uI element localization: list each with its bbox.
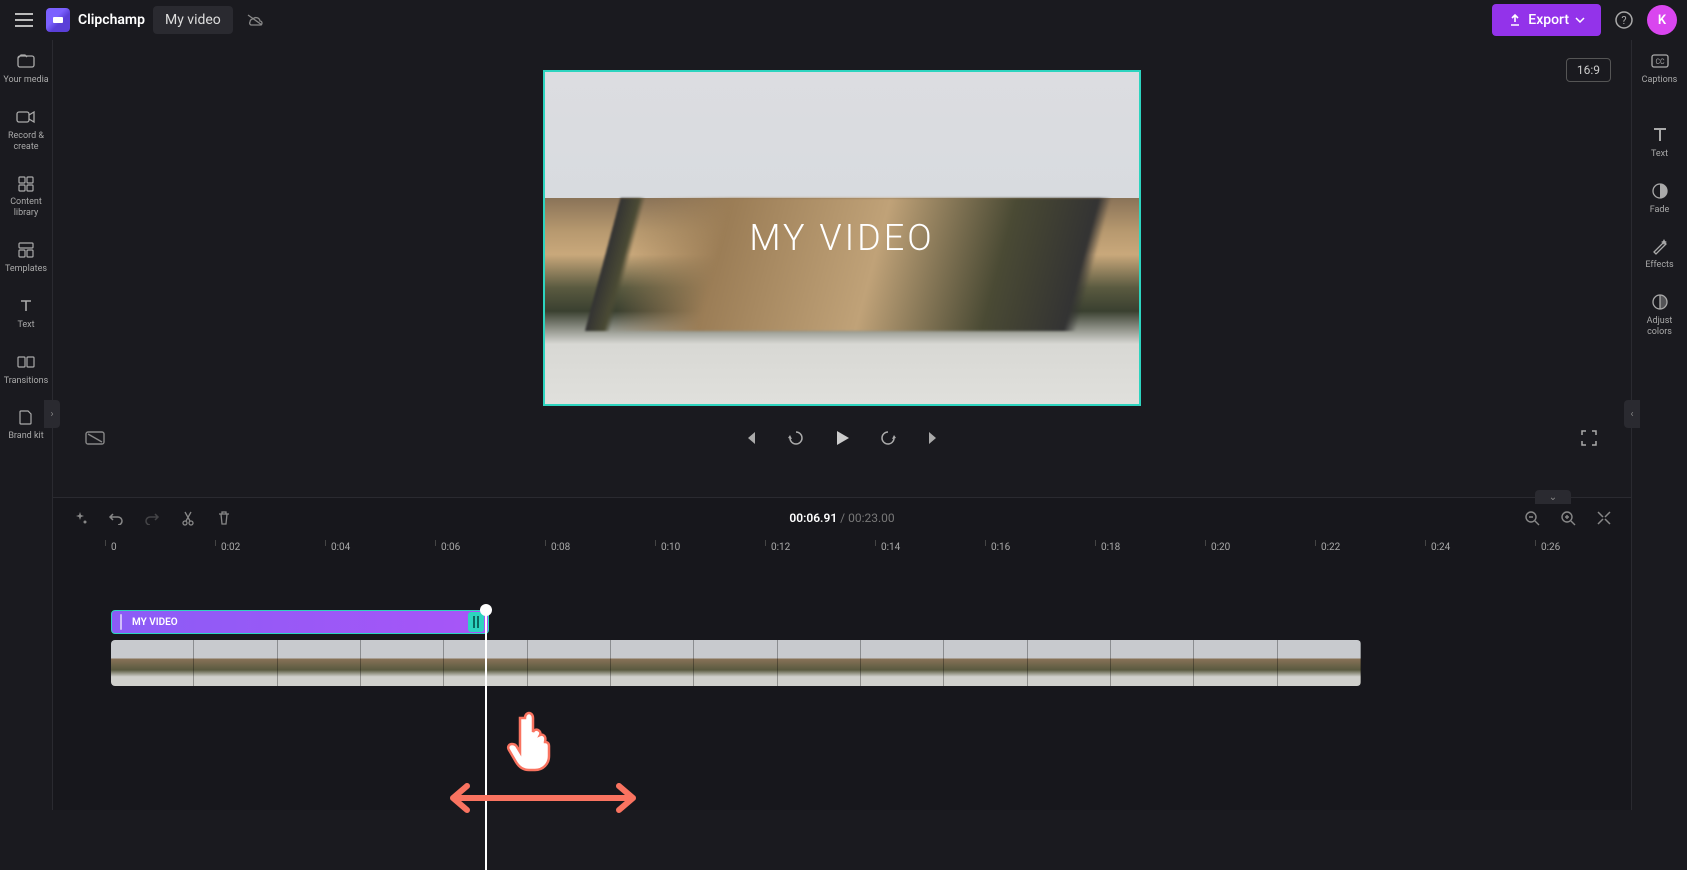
- sidebar-item-transitions[interactable]: Transitions: [0, 341, 52, 397]
- video-thumbnail: [528, 640, 611, 686]
- ruler-tick: 0:10: [661, 542, 680, 553]
- ruler-tick: 0:02: [221, 542, 240, 553]
- undo-button[interactable]: [105, 507, 127, 529]
- timeline: ⌄ 00:06.91 / 00:23.00 00:020:040:060:080…: [53, 497, 1631, 810]
- fit-timeline-button[interactable]: [1593, 507, 1615, 529]
- auto-enhance-icon[interactable]: [69, 507, 91, 529]
- sidebar-right: CC Captions Text Fade Effects Adjust col…: [1631, 40, 1687, 810]
- sidebar-item-content-library[interactable]: Content library: [0, 162, 52, 229]
- text-big-icon: [1649, 124, 1671, 146]
- skip-forward-button[interactable]: [920, 424, 948, 452]
- hamburger-menu[interactable]: [10, 6, 38, 34]
- sidebar-item-adjust-colors[interactable]: Adjust colors: [1632, 281, 1687, 348]
- project-name-input[interactable]: My video: [153, 6, 233, 34]
- sidebar-item-record-create[interactable]: Record & create: [0, 96, 52, 163]
- ruler-tick: 0:24: [1431, 542, 1450, 553]
- timeline-time-display: 00:06.91 / 00:23.00: [789, 511, 894, 525]
- fade-icon: [1649, 180, 1671, 202]
- sidebar-item-fade[interactable]: Fade: [1632, 170, 1687, 226]
- text-icon: [15, 295, 37, 317]
- effects-icon: [1649, 235, 1671, 257]
- timeline-ruler[interactable]: 0 0:02 0:04 0:06 0:08 0:10 0:12 0:14 0:16 0:18 0:2…: [53, 538, 1631, 562]
- video-thumbnail: [194, 640, 277, 686]
- split-button[interactable]: [177, 507, 199, 529]
- templates-icon: [15, 239, 37, 261]
- captions-icon: CC: [1649, 50, 1671, 72]
- svg-text:CC: CC: [1655, 58, 1665, 66]
- text-clip[interactable]: MY VIDEO: [111, 610, 489, 634]
- brand-name: Clipchamp: [78, 12, 145, 28]
- video-thumbnail: [611, 640, 694, 686]
- sidebar-item-your-media[interactable]: Your media: [0, 40, 52, 96]
- video-thumbnail: [861, 640, 944, 686]
- skip-back-button[interactable]: [736, 424, 764, 452]
- svg-text:?: ?: [1621, 14, 1626, 27]
- video-thumbnail: [1194, 640, 1277, 686]
- sidebar-item-text-right[interactable]: Text: [1632, 114, 1687, 170]
- adjust-icon: [1649, 291, 1671, 313]
- expand-right-sidebar[interactable]: ‹: [1624, 400, 1640, 428]
- ruler-tick: 0:16: [991, 542, 1010, 553]
- transitions-icon: [15, 351, 37, 373]
- aspect-ratio-selector[interactable]: 16:9: [1566, 58, 1611, 82]
- ruler-tick: 0:08: [551, 542, 570, 553]
- help-icon[interactable]: ?: [1609, 5, 1639, 35]
- preview-toggle-icon[interactable]: [81, 424, 109, 452]
- video-thumbnail: [1028, 640, 1111, 686]
- video-preview[interactable]: MY VIDEO: [543, 70, 1141, 406]
- video-thumbnail: [1111, 640, 1194, 686]
- avatar[interactable]: K: [1647, 5, 1677, 35]
- sidebar-item-captions[interactable]: CC Captions: [1632, 40, 1687, 96]
- fullscreen-button[interactable]: [1575, 424, 1603, 452]
- sidebar-left: Your media Record & create Content libra…: [0, 40, 53, 810]
- preview-text-overlay: MY VIDEO: [749, 217, 934, 259]
- camera-icon: [15, 106, 37, 128]
- forward-button[interactable]: [874, 424, 902, 452]
- video-thumbnail: [278, 640, 361, 686]
- ruler-tick: 0:14: [881, 542, 900, 553]
- video-clip[interactable]: [111, 640, 1361, 686]
- ruler-tick: 0:18: [1101, 542, 1120, 553]
- delete-button[interactable]: [213, 507, 235, 529]
- playhead[interactable]: [485, 610, 487, 870]
- video-thumbnail: [111, 640, 194, 686]
- sidebar-item-templates[interactable]: Templates: [0, 229, 52, 285]
- redo-button[interactable]: [141, 507, 163, 529]
- rewind-button[interactable]: [782, 424, 810, 452]
- text-clip-label: MY VIDEO: [132, 617, 178, 628]
- chevron-down-icon: [1575, 17, 1585, 23]
- sidebar-item-text[interactable]: Text: [0, 285, 52, 341]
- folder-icon: [15, 50, 37, 72]
- zoom-in-button[interactable]: [1557, 507, 1579, 529]
- clipchamp-logo: [46, 8, 70, 32]
- video-thumbnail: [1278, 640, 1361, 686]
- ruler-tick: 0: [111, 542, 117, 553]
- play-button[interactable]: [828, 424, 856, 452]
- video-thumbnail: [694, 640, 777, 686]
- video-thumbnail: [778, 640, 861, 686]
- clip-left-handle[interactable]: [120, 614, 126, 630]
- library-icon: [15, 172, 37, 194]
- cloud-off-icon[interactable]: [241, 6, 269, 34]
- ruler-tick: 0:22: [1321, 542, 1340, 553]
- upload-icon: [1508, 13, 1522, 27]
- tutorial-arrow-icon: [443, 780, 643, 820]
- video-thumbnail: [944, 640, 1027, 686]
- sidebar-item-effects[interactable]: Effects: [1632, 225, 1687, 281]
- ruler-tick: 0:06: [441, 542, 460, 553]
- zoom-out-button[interactable]: [1521, 507, 1543, 529]
- export-button[interactable]: Export: [1492, 4, 1601, 36]
- clip-right-handle[interactable]: [468, 612, 484, 632]
- ruler-tick: 0:12: [771, 542, 790, 553]
- ruler-tick: 0:20: [1211, 542, 1230, 553]
- ruler-tick: 0:04: [331, 542, 350, 553]
- brandkit-icon: [15, 406, 37, 428]
- ruler-tick: 0:26: [1541, 542, 1560, 553]
- video-thumbnail: [361, 640, 444, 686]
- tutorial-cursor-icon: [505, 710, 561, 778]
